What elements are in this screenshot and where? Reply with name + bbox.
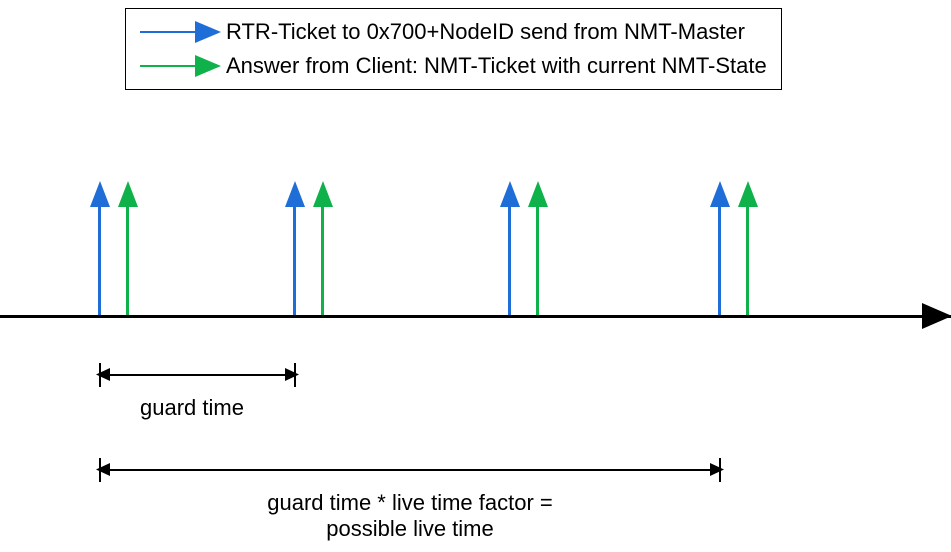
arrowhead-icon xyxy=(195,21,221,43)
arrowhead-icon xyxy=(710,181,730,207)
arrow-icon xyxy=(140,18,220,46)
legend-item-answer: Answer from Client: NMT-Ticket with curr… xyxy=(140,49,767,83)
possible-label-line1: guard time * live time factor = xyxy=(267,490,553,515)
arrowhead-icon xyxy=(313,181,333,207)
arrowhead-icon xyxy=(90,181,110,207)
legend: RTR-Ticket to 0x700+NodeID send from NMT… xyxy=(125,8,782,90)
arrow-icon xyxy=(140,52,220,80)
arrowhead-icon xyxy=(195,55,221,77)
arrowhead-icon xyxy=(500,181,520,207)
timeline-axis xyxy=(0,315,951,318)
arrowhead-icon xyxy=(96,368,110,381)
guard-time-label: guard time xyxy=(140,395,244,421)
legend-label: Answer from Client: NMT-Ticket with curr… xyxy=(226,53,767,79)
possible-label-line2: possible live time xyxy=(326,516,494,541)
arrowhead-icon xyxy=(285,368,299,381)
arrowhead-icon xyxy=(738,181,758,207)
legend-item-rtr: RTR-Ticket to 0x700+NodeID send from NMT… xyxy=(140,15,767,49)
arrowhead-icon xyxy=(710,463,724,476)
arrowhead-icon xyxy=(118,181,138,207)
arrowhead-icon xyxy=(528,181,548,207)
arrowhead-icon xyxy=(922,303,951,329)
possible-live-time-label: guard time * live time factor = possible… xyxy=(200,490,620,542)
arrowhead-icon xyxy=(285,181,305,207)
arrowhead-icon xyxy=(96,463,110,476)
legend-label: RTR-Ticket to 0x700+NodeID send from NMT… xyxy=(226,19,745,45)
